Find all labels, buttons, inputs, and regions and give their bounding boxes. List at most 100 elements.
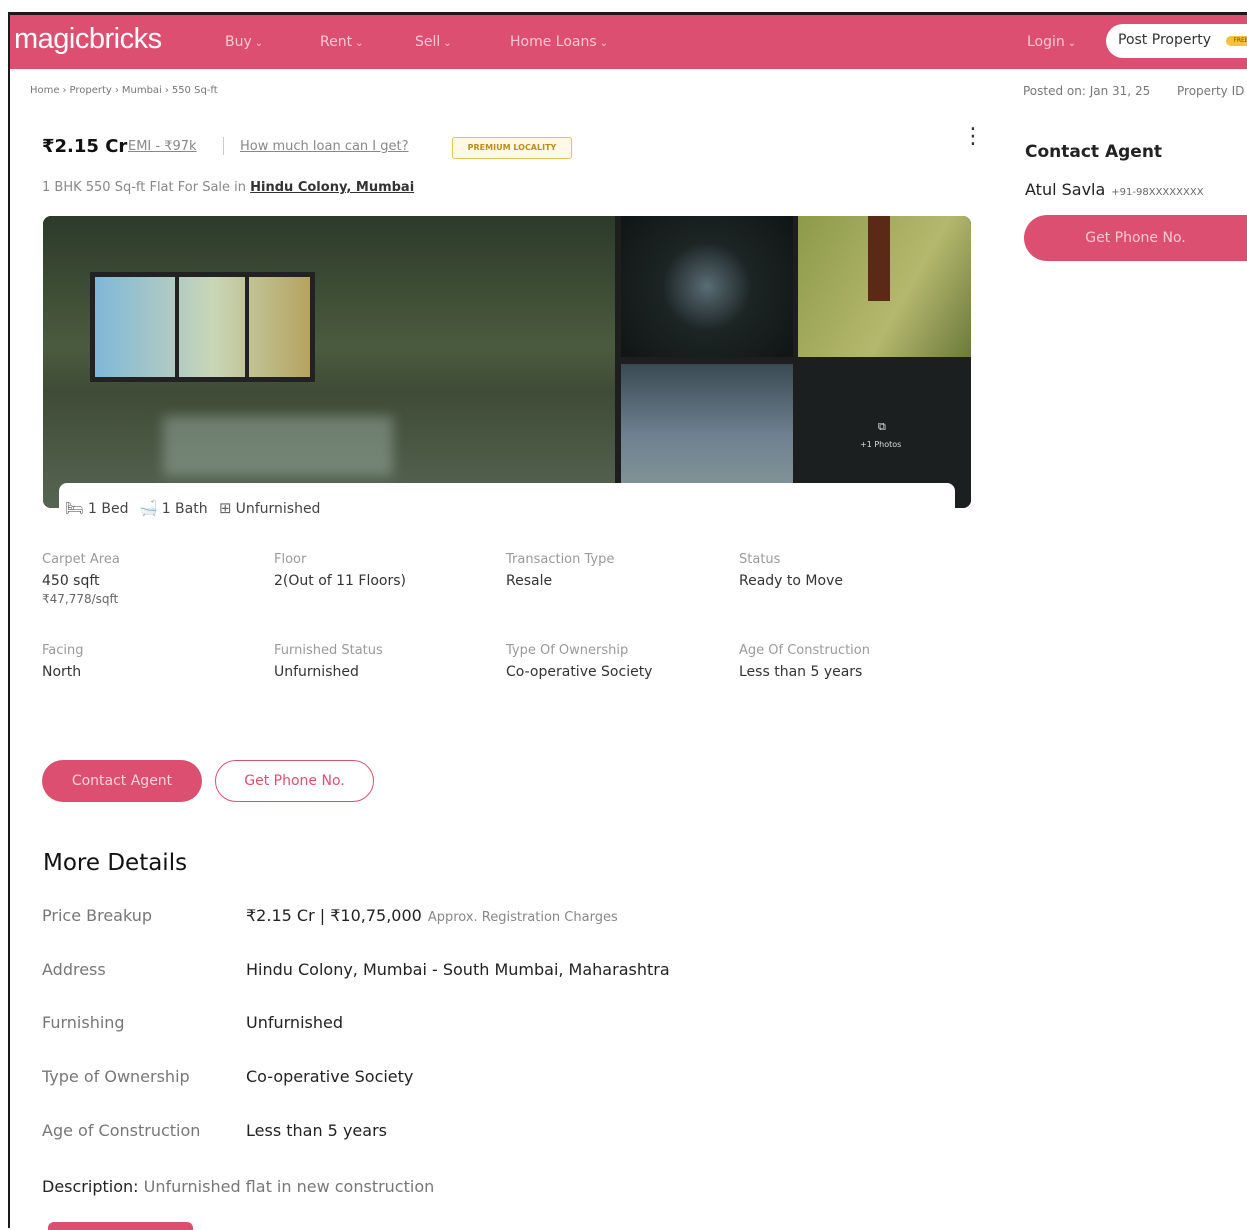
spec-furnished-status: Furnished Status Unfurnished [274, 643, 383, 680]
spec-label: Type Of Ownership [506, 643, 629, 658]
sidebar-get-phone-button[interactable]: Get Phone No. [1024, 215, 1247, 261]
post-property-label: Post Property [1118, 32, 1211, 48]
spec-label: Transaction Type [506, 552, 615, 567]
free-badge: FREE [1226, 36, 1247, 46]
bottom-button-peek[interactable] [48, 1222, 193, 1230]
spec-value: Less than 5 years [739, 664, 863, 680]
nav-buy-label: Buy [225, 34, 252, 50]
description: Description: Unfurnished flat in new con… [42, 1177, 434, 1196]
listing-price: ₹2.15 Cr [42, 136, 128, 157]
chevron-down-icon: ⌄ [599, 38, 609, 49]
chevron-down-icon: ⌄ [1067, 38, 1077, 49]
spec-label: Age Of Construction [739, 643, 870, 658]
spec-label: Floor [274, 552, 307, 567]
chevron-down-icon: ⌄ [443, 38, 452, 49]
description-text: Unfurnished flat in new construction [143, 1177, 435, 1196]
detail-value: Co-operative Society [246, 1067, 414, 1086]
spec-label: Carpet Area [42, 552, 120, 567]
post-property-button[interactable]: Post Property FREE [1106, 24, 1247, 58]
nav-buy[interactable]: Buy ⌄ [225, 34, 263, 50]
spec-facing: Facing North [42, 643, 84, 680]
thumbnail-photo[interactable] [798, 216, 971, 357]
furnishing-label: Unfurnished [235, 501, 321, 517]
detail-key: Furnishing [42, 1013, 125, 1032]
agent-name: Atul Savla [1025, 180, 1106, 199]
nav-sell[interactable]: Sell ⌄ [415, 34, 452, 50]
bed-icon: 🛏 [65, 499, 85, 517]
spec-status: Status Ready to Move [739, 552, 843, 589]
loan-eligibility-link[interactable]: How much loan can I get? [240, 139, 409, 154]
photo-gallery[interactable]: ⧉ +1 Photos [43, 216, 971, 508]
description-label: Description: [42, 1177, 139, 1196]
bath-feature: 🛁 1 Bath [139, 499, 208, 517]
nav-sell-label: Sell [415, 34, 441, 50]
price-per-sqft: ₹47,778/sqft [42, 592, 119, 606]
bed-feature: 🛏 1 Bed [65, 499, 129, 517]
breadcrumb-home[interactable]: Home [30, 85, 60, 96]
chevron-down-icon: ⌄ [254, 38, 264, 49]
price-breakup-value: ₹2.15 Cr | ₹10,75,000 [246, 906, 422, 925]
spec-value: 2(Out of 11 Floors) [274, 573, 406, 589]
location-link[interactable]: Hindu Colony, Mumbai [250, 180, 414, 195]
registration-note: Approx. Registration Charges [427, 910, 618, 925]
property-id-label: Property ID [1177, 84, 1245, 98]
nav-home-loans-label: Home Loans [510, 34, 597, 50]
login-menu[interactable]: Login ⌄ [1027, 34, 1076, 50]
spec-transaction-type: Transaction Type Resale [506, 552, 614, 589]
get-phone-button[interactable]: Get Phone No. [215, 760, 374, 802]
spec-value: North [42, 664, 82, 680]
main-photo[interactable] [43, 216, 615, 508]
breadcrumb-mumbai[interactable]: Mumbai [122, 85, 162, 96]
emi-link[interactable]: EMI - ₹97k [128, 139, 197, 154]
spec-carpet-area: Carpet Area 450 sqft ₹47,778/sqft [42, 552, 120, 606]
more-details-title: More Details [43, 850, 188, 876]
bed-label: 1 Bed [88, 501, 129, 517]
furnishing-feature: ⊞ Unfurnished [219, 499, 320, 517]
detail-key: Price Breakup [42, 906, 153, 925]
nav-home-loans[interactable]: Home Loans ⌄ [510, 34, 608, 50]
nav-rent-label: Rent [320, 34, 353, 50]
detail-value: Unfurnished [246, 1013, 343, 1032]
spec-label: Furnished Status [274, 643, 383, 658]
spec-value: Resale [506, 573, 553, 589]
detail-key: Type of Ownership [42, 1067, 190, 1086]
posted-date: Posted on: Jan 31, 25 [1023, 84, 1151, 98]
detail-value: Hindu Colony, Mumbai - South Mumbai, Mah… [246, 960, 670, 979]
spec-ownership: Type Of Ownership Co-operative Society [506, 643, 652, 680]
spec-value: Unfurnished [274, 664, 359, 680]
spec-value: 450 sqft [42, 573, 100, 589]
breadcrumb: Home › Property › Mumbai › 550 Sq-ft [30, 85, 218, 96]
sidebar-contact-title: Contact Agent [1025, 142, 1163, 162]
spec-label: Status [739, 552, 781, 567]
gallery-icon: ⧉ [878, 420, 886, 433]
spec-value: Co-operative Society [506, 664, 653, 680]
bathtub-icon: 🛁 [139, 499, 158, 517]
contact-agent-button[interactable]: Contact Agent [42, 760, 202, 802]
listing-subtitle-text: 1 BHK 550 Sq-ft Flat For Sale in [42, 180, 247, 195]
login-label: Login [1027, 34, 1065, 50]
spec-label: Facing [42, 643, 84, 658]
window-border-left [8, 14, 10, 1228]
spec-floor: Floor 2(Out of 11 Floors) [274, 552, 406, 589]
divider [223, 137, 224, 155]
chevron-down-icon: ⌄ [355, 38, 364, 49]
bath-label: 1 Bath [161, 501, 208, 517]
spec-age-of-construction: Age Of Construction Less than 5 years [739, 643, 870, 680]
more-photos-label: +1 Photos [860, 440, 902, 449]
features-strip: 🛏 1 Bed 🛁 1 Bath ⊞ Unfurnished [59, 483, 955, 533]
more-options-icon[interactable]: ⋮ [962, 126, 984, 148]
agent-info: Atul Savla +91-98XXXXXXXX [1025, 180, 1204, 199]
premium-locality-badge: PREMIUM LOCALITY [452, 137, 572, 159]
listing-subtitle: 1 BHK 550 Sq-ft Flat For Sale in Hindu C… [42, 180, 414, 195]
nav-rent[interactable]: Rent ⌄ [320, 34, 363, 50]
detail-value: ₹2.15 Cr | ₹10,75,000 Approx. Registratio… [246, 906, 618, 925]
spec-value: Ready to Move [739, 573, 843, 589]
breadcrumb-current: 550 Sq-ft [171, 85, 218, 96]
detail-key: Age of Construction [42, 1121, 201, 1140]
magicbricks-logo[interactable]: magicbricks [14, 23, 162, 56]
photo-window [90, 272, 315, 382]
breadcrumb-property[interactable]: Property [70, 85, 112, 96]
top-nav-bar: magicbricks Buy ⌄ Rent ⌄ Sell ⌄ Home Loans ⌄… [10, 15, 1247, 69]
detail-value: Less than 5 years [246, 1121, 387, 1140]
thumbnail-photo[interactable] [621, 216, 793, 357]
